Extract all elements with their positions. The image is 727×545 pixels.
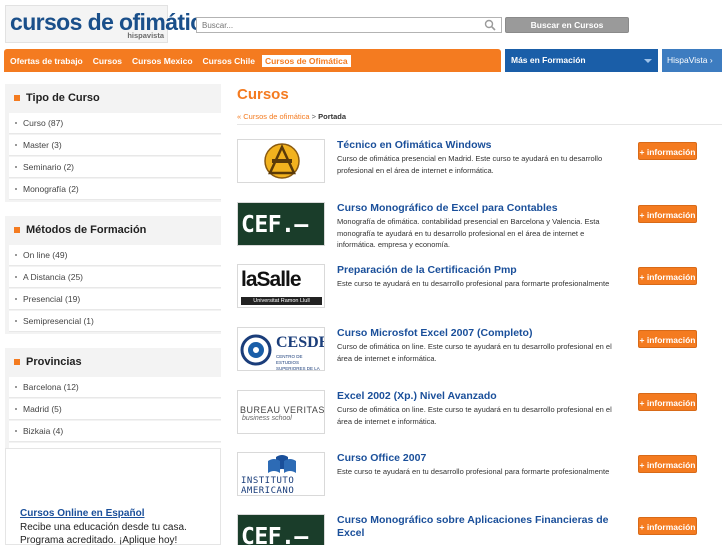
course-title-link[interactable]: Excel 2002 (Xp.) Nivel Avanzado xyxy=(337,390,622,403)
ad-title-link[interactable]: Cursos Online en Español xyxy=(20,508,144,519)
bureau-veritas-logo-text: BUREAU VERITAS xyxy=(240,405,325,415)
course-item: laSalle Universitat Ramon Llull Preparac… xyxy=(237,264,722,324)
filter-item-barcelona[interactable]: Barcelona (12) xyxy=(9,376,221,398)
sponsored-ad: Cursos Online en Español Recibe una educ… xyxy=(5,448,221,545)
bullet-icon xyxy=(14,227,20,233)
search-input[interactable] xyxy=(196,17,502,33)
more-info-button[interactable]: + información xyxy=(638,393,697,411)
nav-item-cursos-ofimatica[interactable]: Cursos de Ofimática xyxy=(261,54,351,67)
course-title-link[interactable]: Curso Microsfot Excel 2007 (Completo) xyxy=(337,327,622,340)
page-title: Cursos xyxy=(237,86,289,103)
filter-item-seminario[interactable]: Seminario (2) xyxy=(9,156,221,178)
more-info-button[interactable]: + información xyxy=(638,517,697,535)
course-item: CESDE CENTRO DE ESTUDIOS SUPERIORES DE L… xyxy=(237,327,722,387)
course-logo[interactable]: CESDE CENTRO DE ESTUDIOS SUPERIORES DE L… xyxy=(237,327,325,371)
filter-item-online[interactable]: On line (49) xyxy=(9,244,221,266)
lasalle-logo-text: laSalle xyxy=(241,268,302,291)
ad-line: Programa acreditado. ¡Aplique hoy! xyxy=(20,535,178,545)
course-logo[interactable]: CEF.– xyxy=(237,202,325,246)
nav-item-cursos-mexico[interactable]: Cursos Mexico xyxy=(129,55,195,67)
nav-item-cursos-chile[interactable]: Cursos Chile xyxy=(200,55,258,67)
bullet-icon xyxy=(14,359,20,365)
more-info-button[interactable]: + información xyxy=(638,142,697,160)
instituto-emblem-icon xyxy=(268,455,296,473)
course-description: Este curso te ayudará en tu desarrollo p… xyxy=(337,279,610,288)
course-item: CEF.– Curso Monográfico sobre Aplicacion… xyxy=(237,514,722,545)
logo-text: cursos de ofimática xyxy=(10,9,215,35)
cesde-logo-text: CESDE xyxy=(276,334,325,351)
sidebar: Tipo de Curso Curso (87) Master (3) Semi… xyxy=(5,84,221,480)
course-title-link[interactable]: Técnico en Ofimática Windows xyxy=(337,139,622,152)
filter-tipo-curso: Tipo de Curso Curso (87) Master (3) Semi… xyxy=(5,84,221,202)
course-logo[interactable]: BUREAU VERITAS business school xyxy=(237,390,325,434)
bullet-icon xyxy=(14,95,20,101)
divider xyxy=(237,124,722,125)
ad-line: Recibe una educación desde tu casa. xyxy=(20,522,187,533)
filter-item-master[interactable]: Master (3) xyxy=(9,134,221,156)
site-logo[interactable]: cursos de ofimática hispavista xyxy=(5,5,215,43)
course-logo[interactable]: INSTITUTO AMERICANO xyxy=(237,452,325,496)
filter-item-bizkaia[interactable]: Bizkaia (4) xyxy=(9,420,221,442)
filter-item-madrid[interactable]: Madrid (5) xyxy=(9,398,221,420)
filter-item-curso[interactable]: Curso (87) xyxy=(9,112,221,134)
cesde-emblem-icon xyxy=(240,334,272,366)
course-logo[interactable] xyxy=(237,139,325,183)
lasalle-logo-sub: Universitat Ramon Llull xyxy=(241,297,322,305)
filter-title: Métodos de Formación xyxy=(5,216,221,244)
filter-item-monografia[interactable]: Monografía (2) xyxy=(9,178,221,200)
filter-title: Tipo de Curso xyxy=(5,84,221,112)
chevron-down-icon xyxy=(644,59,652,63)
mas-formacion-dropdown[interactable]: Más en Formación xyxy=(505,49,658,72)
course-logo[interactable]: laSalle Universitat Ramon Llull xyxy=(237,264,325,308)
course-title-link[interactable]: Curso Monográfico de Excel para Contable… xyxy=(337,202,622,215)
course-description: Curso de ofimática on line. Este curso t… xyxy=(337,405,612,426)
shield-logo-icon xyxy=(264,143,300,179)
course-description: Monografía de ofimática. contabilidad pr… xyxy=(337,217,600,249)
hispavista-link[interactable]: HispaVista › xyxy=(662,49,722,72)
course-description: Este curso te ayudará en tu desarrollo p… xyxy=(337,467,610,476)
course-description: Curso de ofimática presencial en Madrid.… xyxy=(337,154,603,175)
main-nav: Ofertas de trabajo Cursos Cursos Mexico … xyxy=(4,49,501,72)
instituto-logo-text: INSTITUTO AMERICANO xyxy=(241,476,295,496)
cef-logo-text: CEF.– xyxy=(238,515,324,545)
course-item: Técnico en Ofimática Windows Curso de of… xyxy=(237,139,722,199)
logo-sub: hispavista xyxy=(127,31,164,40)
filter-item-semipresencial[interactable]: Semipresencial (1) xyxy=(9,310,221,332)
bureau-veritas-logo-sub: business school xyxy=(242,415,292,422)
more-info-button[interactable]: + información xyxy=(638,455,697,473)
nav-item-cursos[interactable]: Cursos xyxy=(90,55,125,67)
search-icon[interactable] xyxy=(484,19,496,31)
more-info-button[interactable]: + información xyxy=(638,330,697,348)
filter-item-presencial[interactable]: Presencial (19) xyxy=(9,288,221,310)
filter-title: Provincias xyxy=(5,348,221,376)
breadcrumb-current: Portada xyxy=(318,112,347,121)
more-info-button[interactable]: + información xyxy=(638,205,697,223)
course-description: Curso de ofimática on line. Este curso t… xyxy=(337,342,612,363)
search-button[interactable]: Buscar en Cursos xyxy=(505,17,629,33)
more-info-button[interactable]: + información xyxy=(638,267,697,285)
breadcrumb: « Cursos de ofimática > Portada xyxy=(237,112,346,121)
course-title-link[interactable]: Preparación de la Certificación Pmp xyxy=(337,264,622,277)
breadcrumb-link[interactable]: « Cursos de ofimática xyxy=(237,112,310,121)
course-item: CEF.– Curso Monográfico de Excel para Co… xyxy=(237,202,722,262)
course-item: INSTITUTO AMERICANO Curso Office 2007 Est… xyxy=(237,452,722,512)
course-title-link[interactable]: Curso Monográfico sobre Aplicaciones Fin… xyxy=(337,514,622,540)
cesde-logo-sub: CENTRO DE ESTUDIOS SUPERIORES DE LA EMPR… xyxy=(276,354,320,371)
cef-logo-text: CEF.– xyxy=(238,203,324,245)
filter-metodos-formacion: Métodos de Formación On line (49) A Dist… xyxy=(5,216,221,334)
mas-formacion-label: Más en Formación xyxy=(511,55,586,65)
course-title-link[interactable]: Curso Office 2007 xyxy=(337,452,622,465)
filter-item-distancia[interactable]: A Distancia (25) xyxy=(9,266,221,288)
nav-item-ofertas-trabajo[interactable]: Ofertas de trabajo xyxy=(7,55,86,67)
course-item: BUREAU VERITAS business school Excel 200… xyxy=(237,390,722,450)
breadcrumb-separator: > xyxy=(309,112,319,121)
course-logo[interactable]: CEF.– xyxy=(237,514,325,545)
